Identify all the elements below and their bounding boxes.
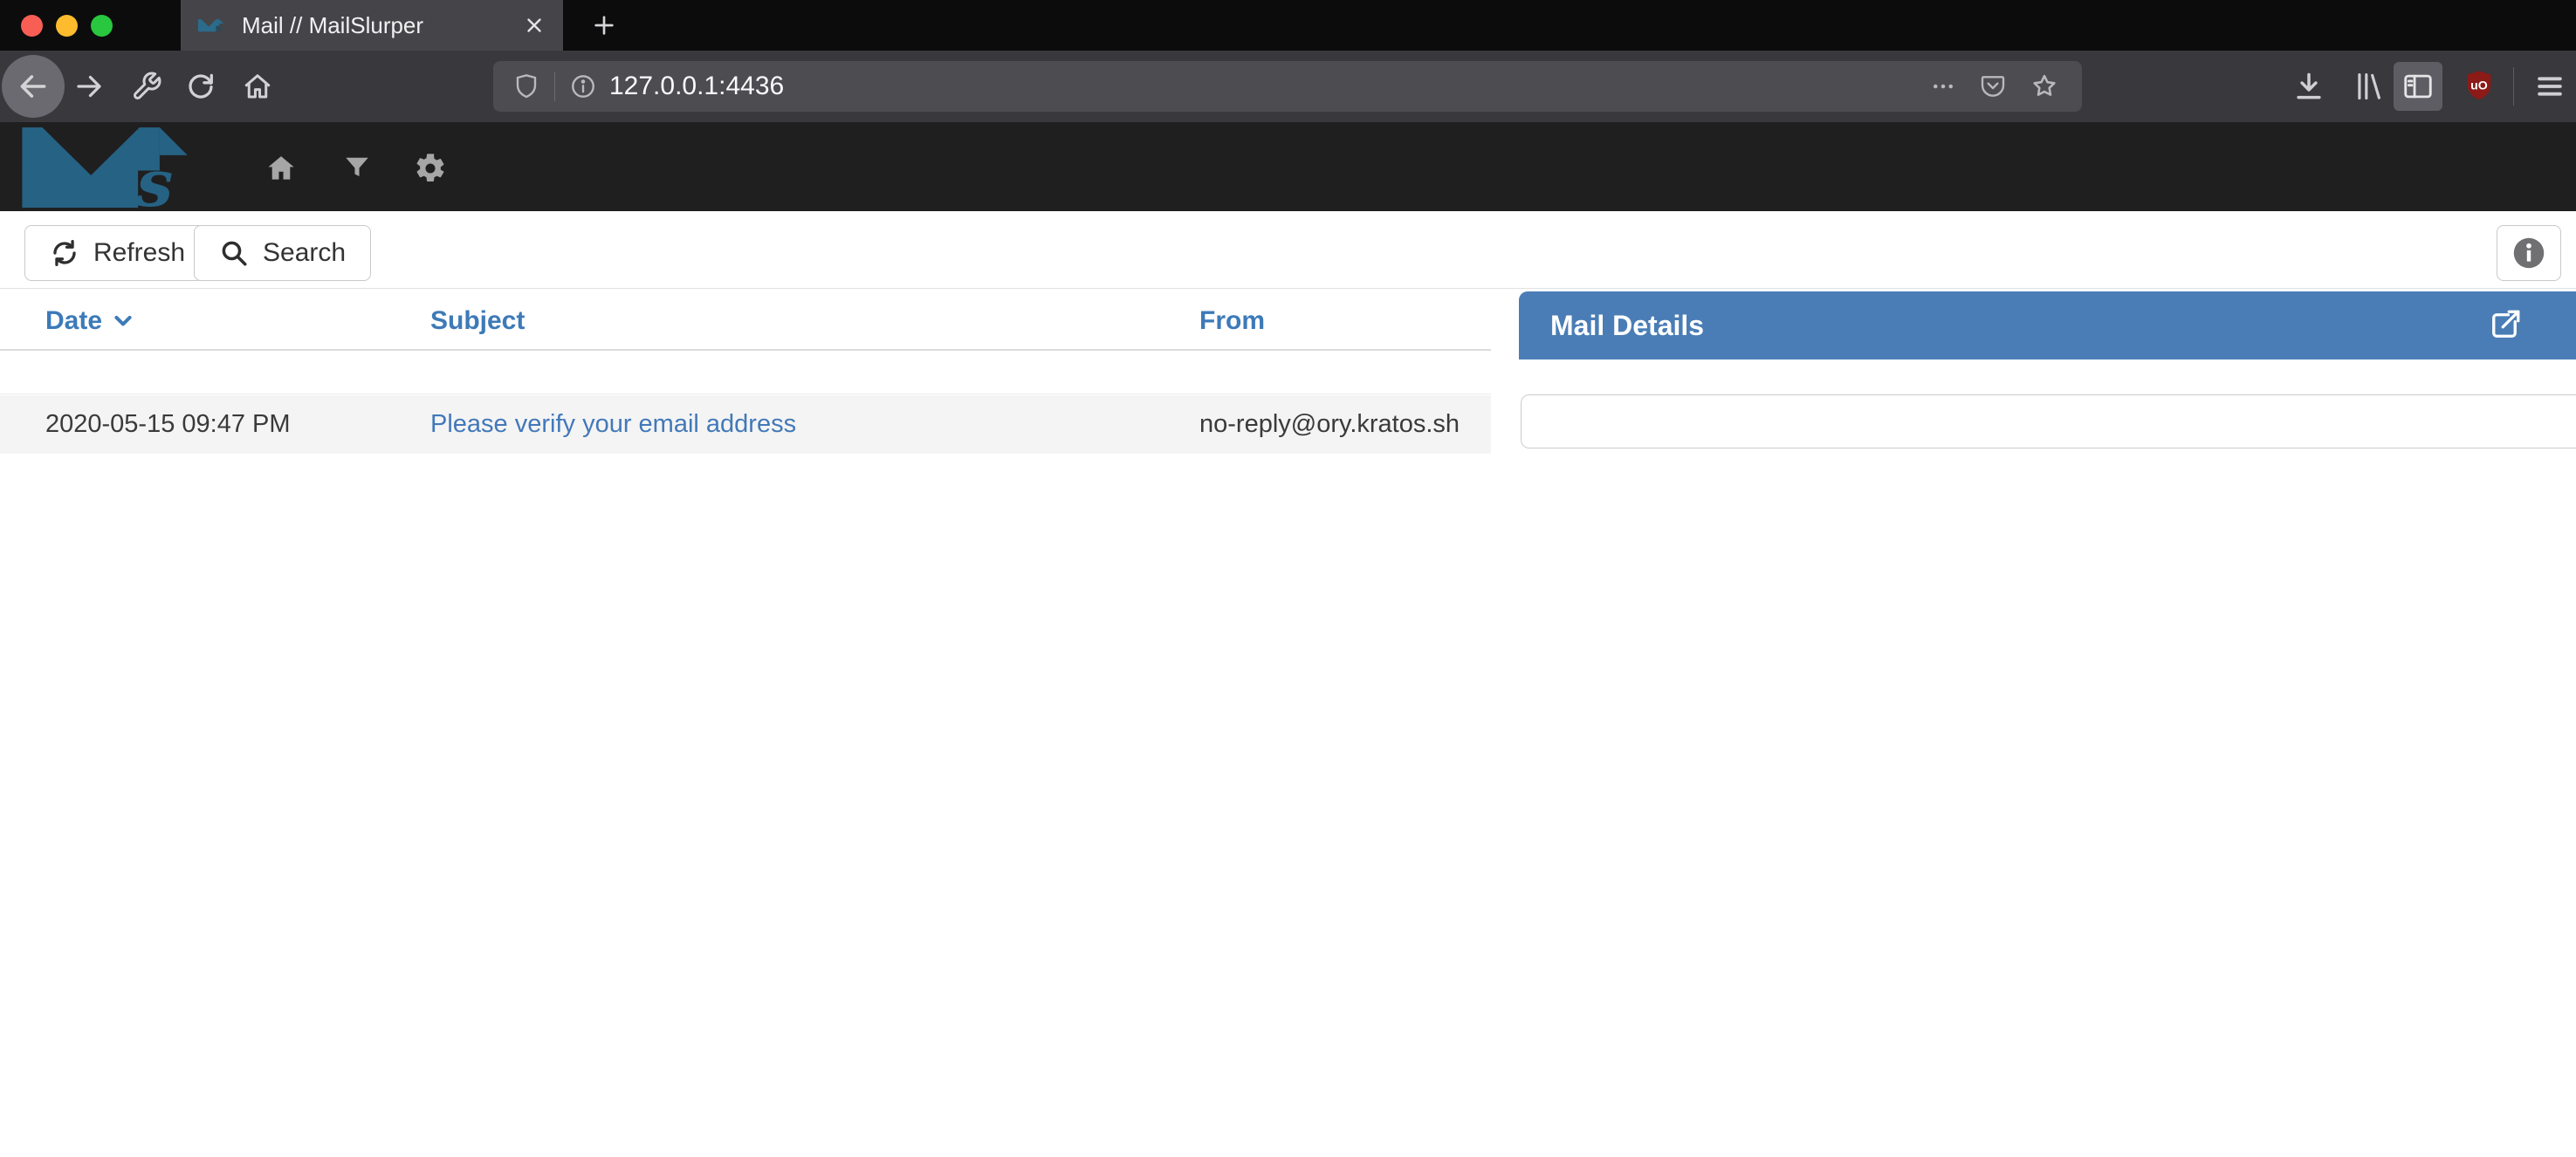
open-in-new-window-icon[interactable] [2486,307,2523,344]
browser-window: s Mail // MailSlurper [0,0,2576,1157]
gear-icon [414,152,447,185]
forward-icon [73,71,105,102]
urlbar-divider [554,72,555,101]
pocket-icon[interactable] [1979,72,2007,100]
library-icon [2353,70,2386,103]
browser-tab[interactable]: s Mail // MailSlurper [181,0,563,51]
tab-title: Mail // MailSlurper [242,12,509,39]
url-bar[interactable]: 127.0.0.1:4436 [493,61,2082,112]
info-icon [2509,233,2549,273]
toolbar-divider [2513,67,2514,106]
browser-nav-bar: 127.0.0.1:4436 [0,51,2576,122]
mailslurper-logo[interactable]: s [22,127,216,208]
mail-details-title: Mail Details [1550,310,2486,342]
table-row-empty [0,351,1491,394]
mail-subject-link[interactable]: Please verify your email address [430,395,796,454]
menu-button[interactable] [2533,70,2566,103]
search-label: Search [263,238,346,268]
search-button[interactable]: Search [194,225,371,281]
mail-details-header: Mail Details [1519,291,2576,359]
wrench-icon [131,71,162,102]
downloads-button[interactable] [2292,70,2325,103]
home-icon [264,152,298,185]
back-icon [17,70,50,103]
info-button[interactable] [2497,225,2561,281]
column-header-subject[interactable]: Subject [430,306,525,336]
menu-icon [2533,70,2566,103]
search-icon [219,238,249,268]
close-tab-icon[interactable] [523,14,546,37]
mailslurper-favicon-icon: s [198,18,228,32]
new-tab-icon [590,11,618,39]
main-content: Date Subject From 2020-05-15 09:47 PM Pl… [0,289,2576,1157]
window-minimize-button[interactable] [56,15,78,37]
mail-details-body [1521,394,2576,448]
page-actions-icon[interactable] [1930,73,1956,99]
shield-icon[interactable] [512,72,540,100]
ublock-button[interactable]: uO [2462,68,2495,101]
from-header-label: From [1199,306,1265,336]
reload-icon [185,71,216,102]
site-info-icon[interactable] [569,72,597,100]
sidebar-button[interactable] [2394,62,2442,111]
home-button[interactable] [242,71,273,102]
library-button[interactable] [2353,70,2386,103]
site-filter-button[interactable] [341,152,374,185]
new-tab-button[interactable] [580,0,629,51]
refresh-label: Refresh [93,238,185,268]
reload-button[interactable] [185,71,216,102]
subject-header-label: Subject [430,306,525,336]
column-header-from[interactable]: From [1199,306,1265,336]
refresh-button[interactable]: Refresh [24,225,210,281]
window-zoom-button[interactable] [91,15,113,37]
download-icon [2292,70,2325,103]
chevron-down-icon [111,309,135,333]
home-icon [242,71,273,102]
action-toolbar: Refresh Search [0,211,2576,289]
svg-text:s: s [216,22,222,32]
tools-button[interactable] [131,71,162,102]
url-text[interactable]: 127.0.0.1:4436 [609,72,1930,101]
forward-button[interactable] [73,71,105,102]
window-controls [21,0,113,51]
table-row[interactable]: 2020-05-15 09:47 PM Please verify your e… [0,395,1491,454]
window-close-button[interactable] [21,15,43,37]
site-settings-button[interactable] [414,152,447,185]
site-home-button[interactable] [264,152,298,185]
refresh-icon [50,238,79,268]
mail-date: 2020-05-15 09:47 PM [45,395,291,454]
svg-text:uO: uO [2470,79,2488,93]
mail-from: no-reply@ory.kratos.sh [1199,395,1460,454]
column-header-date[interactable]: Date [45,306,135,336]
svg-text:s: s [135,145,173,208]
mailslurper-header: s [0,122,2576,211]
filter-icon [341,152,374,183]
bookmark-star-icon[interactable] [2030,72,2059,101]
browser-tab-bar: s Mail // MailSlurper [0,0,2576,51]
sidebar-icon [2401,70,2435,103]
ublock-icon: uO [2462,68,2495,103]
date-header-label: Date [45,306,102,336]
back-button[interactable] [2,55,65,118]
